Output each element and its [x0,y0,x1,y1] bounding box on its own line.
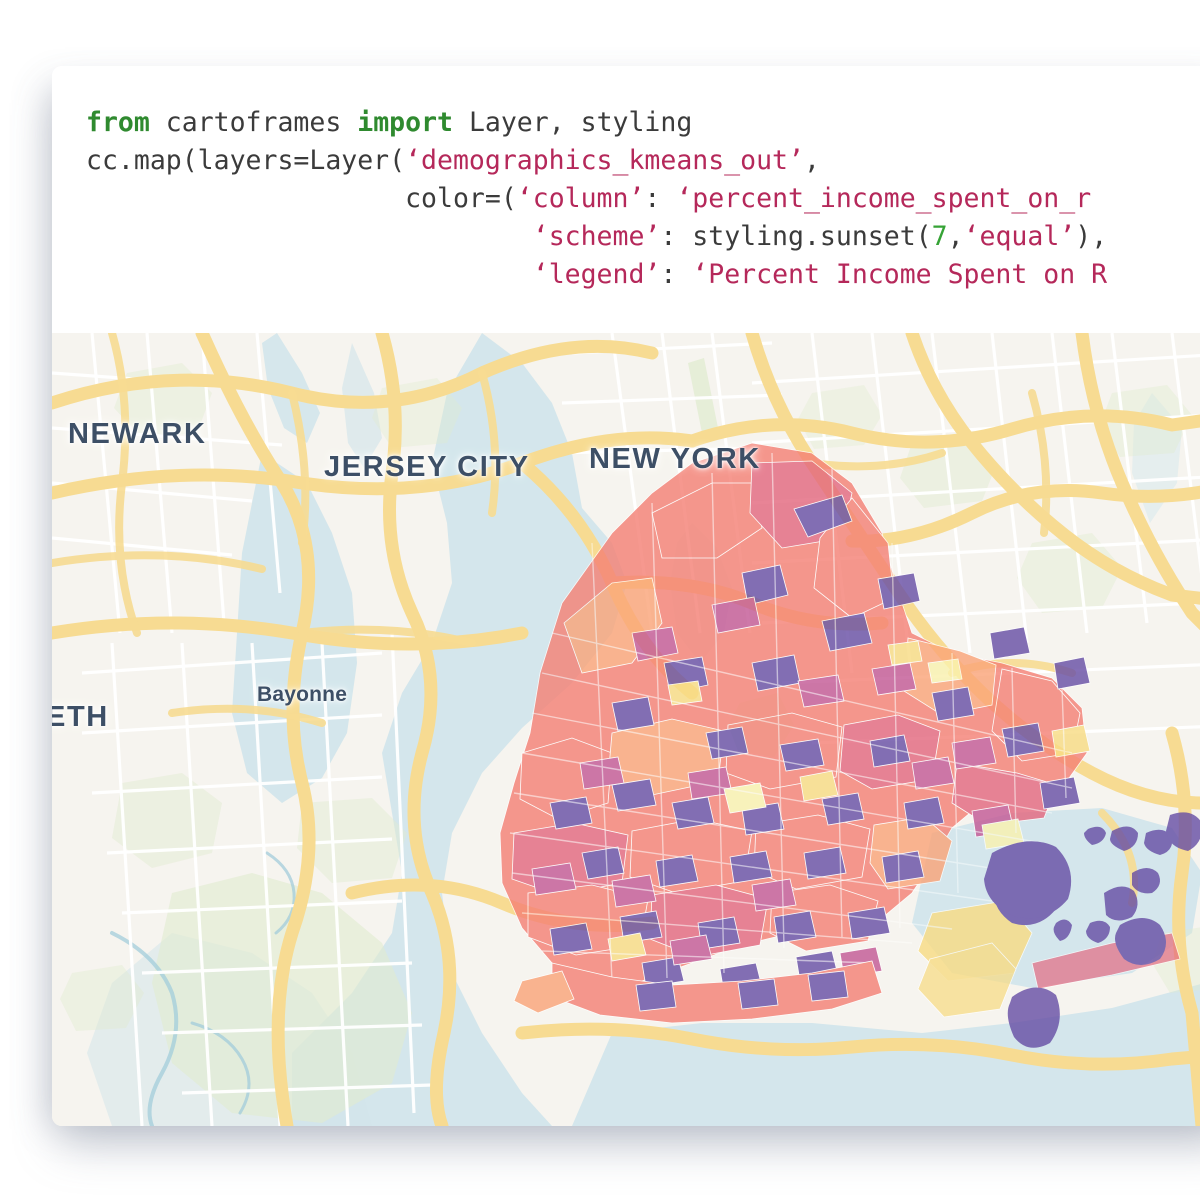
code-line-2: cc.map(layers=Layer(‘demographics_kmeans… [86,142,1200,180]
code-token-pl: : [660,259,693,290]
map-canvas[interactable]: NEWARK JERSEY CITY NEW YORK Bayonne ETH [52,333,1200,1126]
code-token-pl: : [644,183,677,214]
code-token-pl: , [947,221,964,252]
code-token-str: ‘legend’ [532,259,661,290]
code-token-pl: , [803,145,820,176]
code-token-pl: color=( [86,183,517,214]
code-token-str: ‘demographics_kmeans_out’ [405,145,804,176]
code-token-pl: cartoframes [149,107,358,138]
screenshot-root: from cartoframes import Layer, styling cc… [0,0,1200,1200]
code-token-str: ‘percent_income_spent_on_r [676,183,1092,214]
code-token-kw: from [86,107,150,138]
code-token-pl: ), [1075,221,1108,252]
code-token-pl: Layer, styling [452,107,693,138]
code-line-1: from cartoframes import Layer, styling [86,104,1200,142]
map-svg [52,333,1200,1126]
code-token-str: ‘scheme’ [532,221,661,252]
code-block[interactable]: from cartoframes import Layer, styling cc… [52,66,1200,333]
code-token-str: ‘column’ [516,183,645,214]
code-line-4: ‘scheme’: styling.sunset(7,‘equal’), [86,218,1200,256]
code-token-pl: cc.map(layers=Layer( [86,145,406,176]
code-line-3: color=(‘column’: ‘percent_income_spent_o… [86,180,1200,218]
cartoframes-card: from cartoframes import Layer, styling cc… [52,66,1200,1126]
code-token-num: 7 [931,221,948,252]
code-token-pl: : styling.sunset( [660,221,932,252]
code-token-str: ‘Percent Income Spent on R [692,259,1108,290]
code-token-kw: import [357,107,453,138]
code-line-5: ‘legend’: ‘Percent Income Spent on R [86,256,1200,294]
code-token-str: ‘equal’ [963,221,1076,252]
